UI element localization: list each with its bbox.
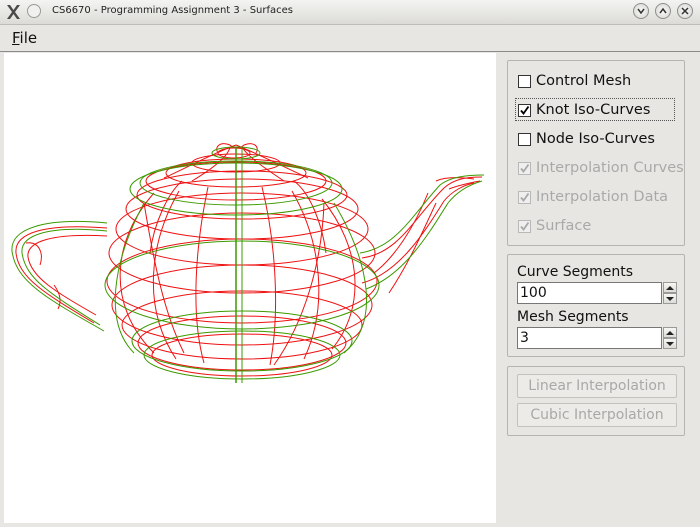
interpolation-data-checkbox [518,190,531,204]
window-title: CS6670 - Programming Assignment 3 - Surf… [52,5,294,16]
focus-rectangle [515,98,675,121]
surface-option: Surface [518,215,591,237]
checkmark-icon [520,105,530,115]
up-arrow-icon [666,331,674,335]
x-app-icon[interactable] [5,4,21,20]
checkmark-icon [520,221,530,231]
close-icon [681,7,689,15]
surface-label: Surface [536,218,592,234]
curve-segments-spinbox[interactable]: 100 [517,282,677,304]
system-menu-icon[interactable] [27,4,41,18]
mesh-segments-spinbox[interactable]: 3 [517,327,677,349]
display-options-panel: Control Mesh Knot Iso-Curves Node Iso-Cu… [507,60,685,246]
curve-segments-stepper[interactable] [663,282,677,304]
increment-button[interactable] [663,282,677,293]
interpolation-curves-label: Interpolation Curves [536,160,684,176]
knot-iso-curves-checkbox[interactable] [518,103,531,117]
segments-panel: Curve Segments 100 Mesh Segments 3 [507,254,685,357]
mesh-segments-stepper[interactable] [663,327,677,349]
curve-segments-label: Curve Segments [517,264,634,280]
minimize-icon [637,8,645,15]
node-iso-curves-label: Node Iso-Curves [536,131,655,147]
decrement-button[interactable] [663,338,677,349]
checkmark-icon [520,192,530,202]
curve-segments-input[interactable]: 100 [517,282,662,304]
mesh-segments-label: Mesh Segments [517,309,629,325]
knot-iso-curves-option[interactable]: Knot Iso-Curves [515,98,675,121]
node-iso-curves-checkbox[interactable] [518,132,531,146]
file-menu[interactable]: File [12,29,37,47]
knot-iso-curves [15,143,483,377]
interpolation-panel: Linear Interpolation Cubic Interpolation [507,366,685,436]
up-arrow-icon [666,286,674,290]
cubic-interpolation-button[interactable]: Cubic Interpolation [517,403,677,427]
maximize-button[interactable] [655,3,671,19]
increment-button[interactable] [663,327,677,338]
minimize-button[interactable] [633,3,649,19]
down-arrow-icon [666,297,674,301]
maximize-icon [659,7,667,14]
control-mesh-checkbox[interactable] [518,74,531,88]
close-button[interactable] [677,3,693,19]
interpolation-curves-checkbox [518,161,531,175]
interpolation-curves-option: Interpolation Curves [518,157,684,179]
control-mesh-label: Control Mesh [536,73,632,89]
decrement-button[interactable] [663,293,677,304]
checkmark-icon [520,163,530,173]
control-mesh-option[interactable]: Control Mesh [518,70,631,92]
title-bar: CS6670 - Programming Assignment 3 - Surf… [0,0,700,25]
linear-interpolation-button[interactable]: Linear Interpolation [517,374,677,398]
teapot-wireframe [11,143,485,383]
interpolation-data-label: Interpolation Data [536,189,669,205]
menu-bar: File [0,25,700,52]
mesh-segments-input[interactable]: 3 [517,327,662,349]
render-viewport[interactable] [4,53,496,523]
node-iso-curves-option[interactable]: Node Iso-Curves [518,128,655,150]
surface-checkbox [518,219,531,233]
down-arrow-icon [666,342,674,346]
interpolation-data-option: Interpolation Data [518,186,668,208]
